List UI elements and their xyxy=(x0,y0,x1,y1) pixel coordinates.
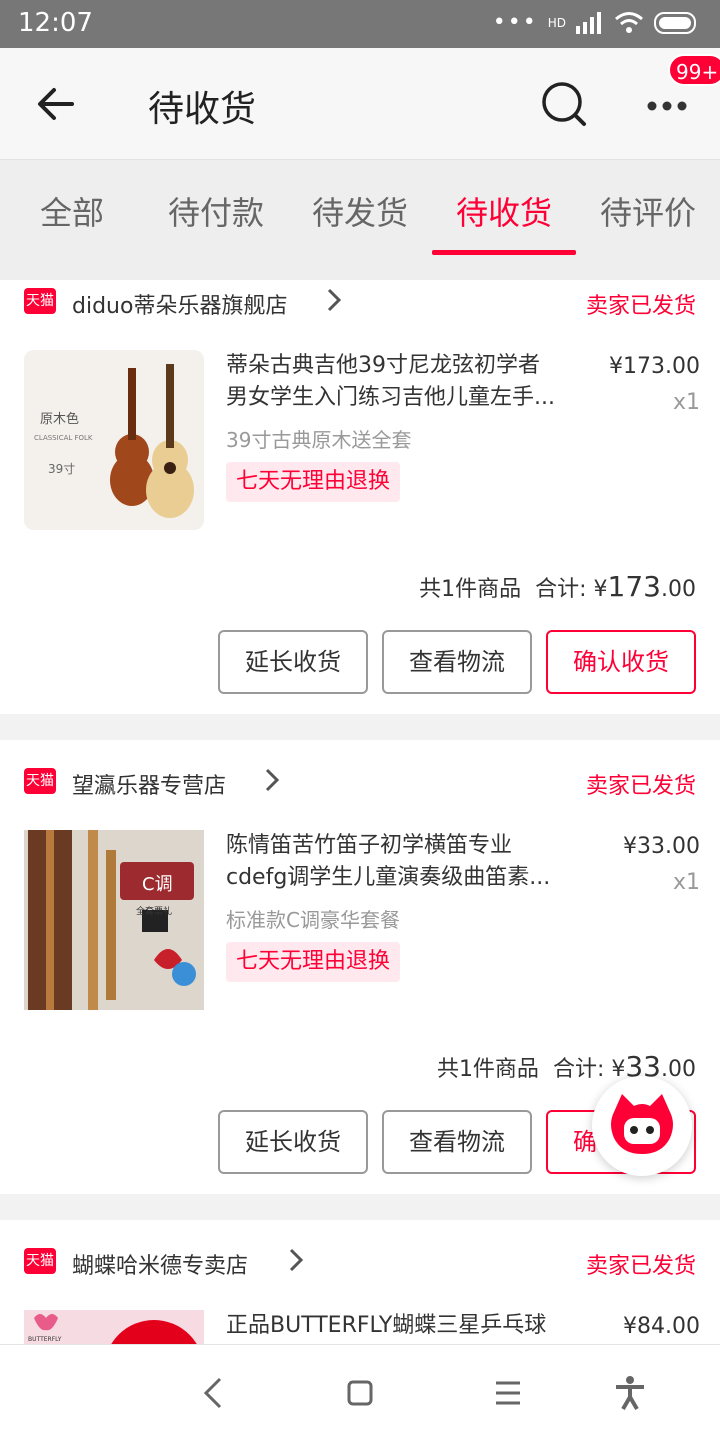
shop-name[interactable]: 蝴蝶哈米德专卖店 xyxy=(72,1248,248,1280)
signal-icon xyxy=(576,11,601,34)
product-image[interactable]: 原木色 CLASSICAL FOLK 39寸 xyxy=(24,350,204,530)
chevron-right-icon[interactable] xyxy=(288,1248,304,1272)
extend-receipt-button[interactable]: 延长收货 xyxy=(218,1110,368,1174)
extend-receipt-button[interactable]: 延长收货 xyxy=(218,630,368,694)
status-icons: ••• HD xyxy=(493,10,700,35)
tab-pending-payment[interactable]: 待付款 xyxy=(144,188,288,234)
view-logistics-button[interactable]: 查看物流 xyxy=(382,630,532,694)
shop-name[interactable]: diduo蒂朵乐器旗舰店 xyxy=(72,288,287,320)
tab-all[interactable]: 全部 xyxy=(0,188,144,234)
order-status: 卖家已发货 xyxy=(585,774,696,799)
return-policy-tag: 七天无理由退换 xyxy=(226,942,401,982)
tmall-icon: 天猫 xyxy=(24,768,56,794)
order-tabs: 全部 待付款 待发货 待收货 待评价 xyxy=(0,160,720,280)
tab-pending-review[interactable]: 待评价 xyxy=(576,188,720,234)
thumb-size-text: 39寸 xyxy=(48,462,76,476)
chevron-right-icon[interactable] xyxy=(264,768,280,792)
back-arrow-icon[interactable] xyxy=(36,84,76,124)
chevron-right-icon[interactable] xyxy=(326,288,342,312)
system-nav-bar xyxy=(0,1344,720,1440)
back-icon[interactable] xyxy=(194,1375,234,1411)
return-policy-tag: 七天无理由退换 xyxy=(226,462,401,502)
tmall-cat-icon xyxy=(611,1094,673,1154)
product-title[interactable]: 陈情笛苦竹笛子初学横笛专业 cdefg调学生儿童演奏级曲笛素... xyxy=(226,830,586,894)
product-title[interactable]: 蒂朵古典吉他39寸尼龙弦初学者 男女学生入门练习吉他儿童左手... xyxy=(226,350,586,414)
product-sku: 标准款C调豪华套餐 xyxy=(226,908,400,932)
message-badge: 99+ xyxy=(668,54,720,86)
wifi-icon xyxy=(615,11,643,33)
product-quantity: x1 xyxy=(672,390,700,415)
order-status: 卖家已发货 xyxy=(585,1254,696,1279)
thumb-key-label: C调 xyxy=(142,874,173,895)
order-card: 天猫 diduo蒂朵乐器旗舰店 卖家已发货 原木色 CLASSICAL FOLK… xyxy=(0,280,720,714)
status-time: 12:07 xyxy=(18,8,93,38)
active-tab-indicator xyxy=(432,250,576,255)
thumb-gift-text: 全套票礼 xyxy=(136,907,173,917)
thumb-color-text: 原木色 xyxy=(40,412,80,427)
product-price: ¥33.00 xyxy=(623,834,700,859)
tmall-icon: 天猫 xyxy=(24,1248,56,1274)
flute-image xyxy=(24,830,204,1010)
product-price: ¥173.00 xyxy=(609,354,700,379)
product-price: ¥84.00 xyxy=(623,1314,700,1339)
page-title: 待收货 xyxy=(148,89,257,130)
tab-pending-shipment[interactable]: 待发货 xyxy=(288,188,432,234)
product-image[interactable]: BUTTERFLY xyxy=(24,1310,204,1344)
order-total: 共1件商品 合计: ¥173.00 xyxy=(419,570,696,603)
network-label: HD xyxy=(547,15,566,30)
product-title[interactable]: 正品BUTTERFLY蝴蝶三星乒乓球 xyxy=(226,1310,586,1342)
product-image[interactable]: C调 全套票礼 xyxy=(24,830,204,1010)
recents-icon[interactable] xyxy=(488,1375,528,1411)
assistant-float-button[interactable] xyxy=(592,1076,692,1176)
home-icon[interactable] xyxy=(340,1375,380,1411)
more-dots-icon: ••• xyxy=(492,10,538,35)
order-card: 天猫 蝴蝶哈米德专卖店 卖家已发货 BUTTERFLY 正品BUTTERFLY蝴… xyxy=(0,1220,720,1344)
more-menu-icon[interactable] xyxy=(646,100,688,112)
status-bar: 12:07 ••• HD xyxy=(0,0,720,48)
thumb-subtitle: CLASSICAL FOLK xyxy=(34,434,93,442)
thumb-brand-text: BUTTERFLY xyxy=(28,1336,62,1343)
battery-icon xyxy=(654,11,696,34)
search-icon[interactable] xyxy=(540,80,588,128)
view-logistics-button[interactable]: 查看物流 xyxy=(382,1110,532,1174)
accessibility-icon[interactable] xyxy=(610,1375,650,1411)
order-status: 卖家已发货 xyxy=(585,294,696,319)
product-quantity: x1 xyxy=(672,870,700,895)
confirm-receipt-button[interactable]: 确认收货 xyxy=(546,630,696,694)
title-bar: 待收货 99+ xyxy=(0,48,720,160)
product-sku: 39寸古典原木送全套 xyxy=(226,428,412,452)
shop-name[interactable]: 望瀛乐器专营店 xyxy=(72,768,226,800)
tmall-icon: 天猫 xyxy=(24,288,56,314)
tab-pending-receipt[interactable]: 待收货 xyxy=(432,188,576,234)
